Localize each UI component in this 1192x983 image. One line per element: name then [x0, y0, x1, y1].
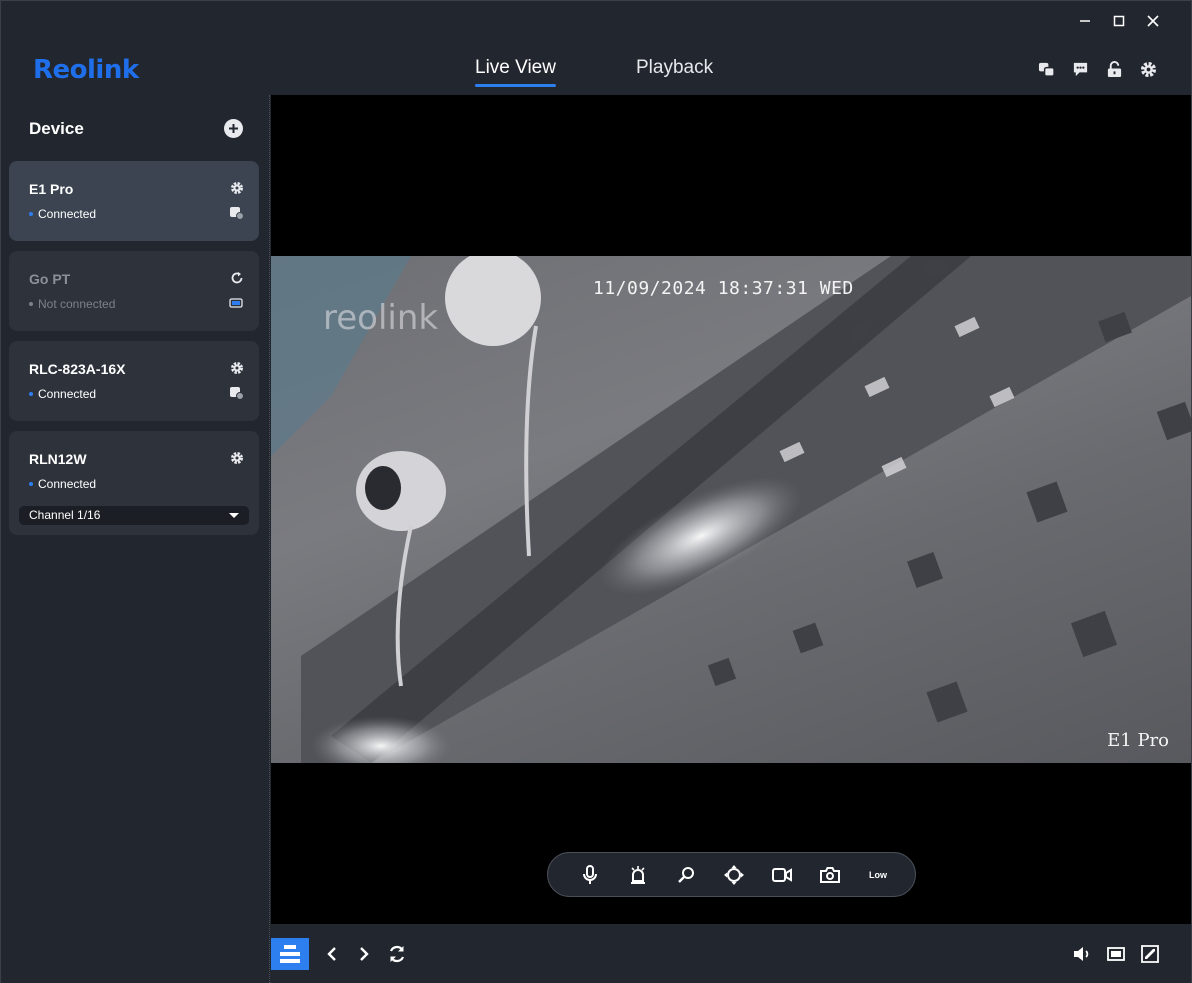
- app-header: Reolink Live View Playback: [1, 41, 1191, 95]
- plus-icon: [229, 124, 238, 133]
- device-card-rlc-823a[interactable]: RLC-823A-16X Connected: [9, 341, 259, 421]
- chevron-down-icon: [229, 513, 239, 518]
- device-info-icon[interactable]: [229, 386, 244, 400]
- device-status-text: Connected: [38, 207, 97, 221]
- next-icon[interactable]: [355, 945, 373, 963]
- live-view-area: reolink 11/09/2024 18:37:31 WED E1 Pro L…: [271, 95, 1191, 924]
- header-icons: [1038, 61, 1157, 78]
- zoom-button[interactable]: [674, 863, 698, 887]
- snapshot-button[interactable]: [818, 863, 842, 887]
- talk-button[interactable]: [578, 863, 602, 887]
- status-dot: [29, 391, 33, 396]
- battery-icon: [229, 298, 243, 308]
- aspect-ratio-icon[interactable]: [1107, 945, 1125, 963]
- siren-icon: [631, 865, 645, 884]
- zoom-icon: [678, 866, 694, 883]
- camera-feed[interactable]: reolink 11/09/2024 18:37:31 WED E1 Pro: [271, 256, 1191, 763]
- microphone-icon: [583, 864, 597, 884]
- channel-select-value: Channel 1/16: [29, 508, 101, 522]
- ptz-button[interactable]: [722, 863, 746, 887]
- live-controls: Low: [547, 852, 916, 897]
- bottom-toolbar: [271, 924, 1191, 983]
- device-sidebar: Device E1 Pro Connected Go PT Not connec…: [1, 95, 270, 983]
- device-card-rln12w[interactable]: RLN12W Connected Channel 1/16: [9, 431, 259, 535]
- snapshot-icon: [820, 866, 840, 883]
- stream-quality-button[interactable]: Low: [866, 870, 890, 880]
- channel-select[interactable]: Channel 1/16: [19, 506, 249, 525]
- chat-icon[interactable]: [1072, 61, 1089, 78]
- maximize-button[interactable]: [1111, 13, 1127, 29]
- device-status: Connected: [29, 207, 96, 221]
- device-card-e1-pro[interactable]: E1 Pro Connected: [9, 161, 259, 241]
- close-button[interactable]: [1145, 13, 1161, 29]
- share-icon[interactable]: [1038, 61, 1055, 78]
- status-dot: [29, 301, 33, 306]
- feed-watermark: reolink: [323, 298, 439, 338]
- app-window: Reolink Live View Playback Device E1 Pro…: [0, 0, 1192, 983]
- window-controls: [1077, 13, 1161, 29]
- sidebar-title: Device: [29, 119, 84, 138]
- reolink-logo: Reolink: [33, 55, 139, 85]
- main-tabs: Live View Playback: [475, 57, 713, 87]
- previous-icon[interactable]: [323, 945, 341, 963]
- device-status-text: Connected: [38, 477, 97, 491]
- gear-icon[interactable]: [1140, 61, 1157, 78]
- device-status: Connected: [29, 477, 96, 491]
- gear-icon[interactable]: [230, 361, 244, 375]
- device-status: Not connected: [29, 297, 115, 311]
- siren-button[interactable]: [626, 863, 650, 887]
- device-info-icon[interactable]: [229, 206, 244, 220]
- device-name: RLC-823A-16X: [29, 361, 126, 377]
- device-name: RLN12W: [29, 451, 87, 467]
- layout-button[interactable]: [271, 938, 309, 970]
- gear-icon[interactable]: [230, 181, 244, 195]
- tab-playback[interactable]: Playback: [636, 57, 713, 87]
- status-dot: [29, 211, 33, 216]
- add-device-button[interactable]: [224, 119, 243, 138]
- gear-icon[interactable]: [230, 451, 244, 465]
- volume-icon[interactable]: [1073, 945, 1091, 963]
- device-name: Go PT: [29, 271, 71, 287]
- device-status-text: Not connected: [38, 297, 116, 311]
- feed-camera-name: E1 Pro: [1107, 730, 1169, 751]
- layout-icon: [280, 945, 300, 963]
- device-status: Connected: [29, 387, 96, 401]
- fullscreen-icon[interactable]: [1141, 945, 1159, 963]
- feed-timestamp: 11/09/2024 18:37:31 WED: [593, 278, 854, 299]
- record-button[interactable]: [770, 863, 794, 887]
- unlock-icon[interactable]: [1106, 61, 1123, 78]
- ptz-icon: [724, 864, 744, 885]
- tab-live-view[interactable]: Live View: [475, 57, 556, 87]
- refresh-icon[interactable]: [388, 945, 406, 963]
- device-status-text: Connected: [38, 387, 97, 401]
- status-dot: [29, 481, 33, 486]
- reconnect-icon[interactable]: [230, 271, 244, 285]
- device-card-go-pt[interactable]: Go PT Not connected: [9, 251, 259, 331]
- record-icon: [772, 867, 792, 882]
- minimize-button[interactable]: [1077, 13, 1093, 29]
- device-name: E1 Pro: [29, 181, 74, 197]
